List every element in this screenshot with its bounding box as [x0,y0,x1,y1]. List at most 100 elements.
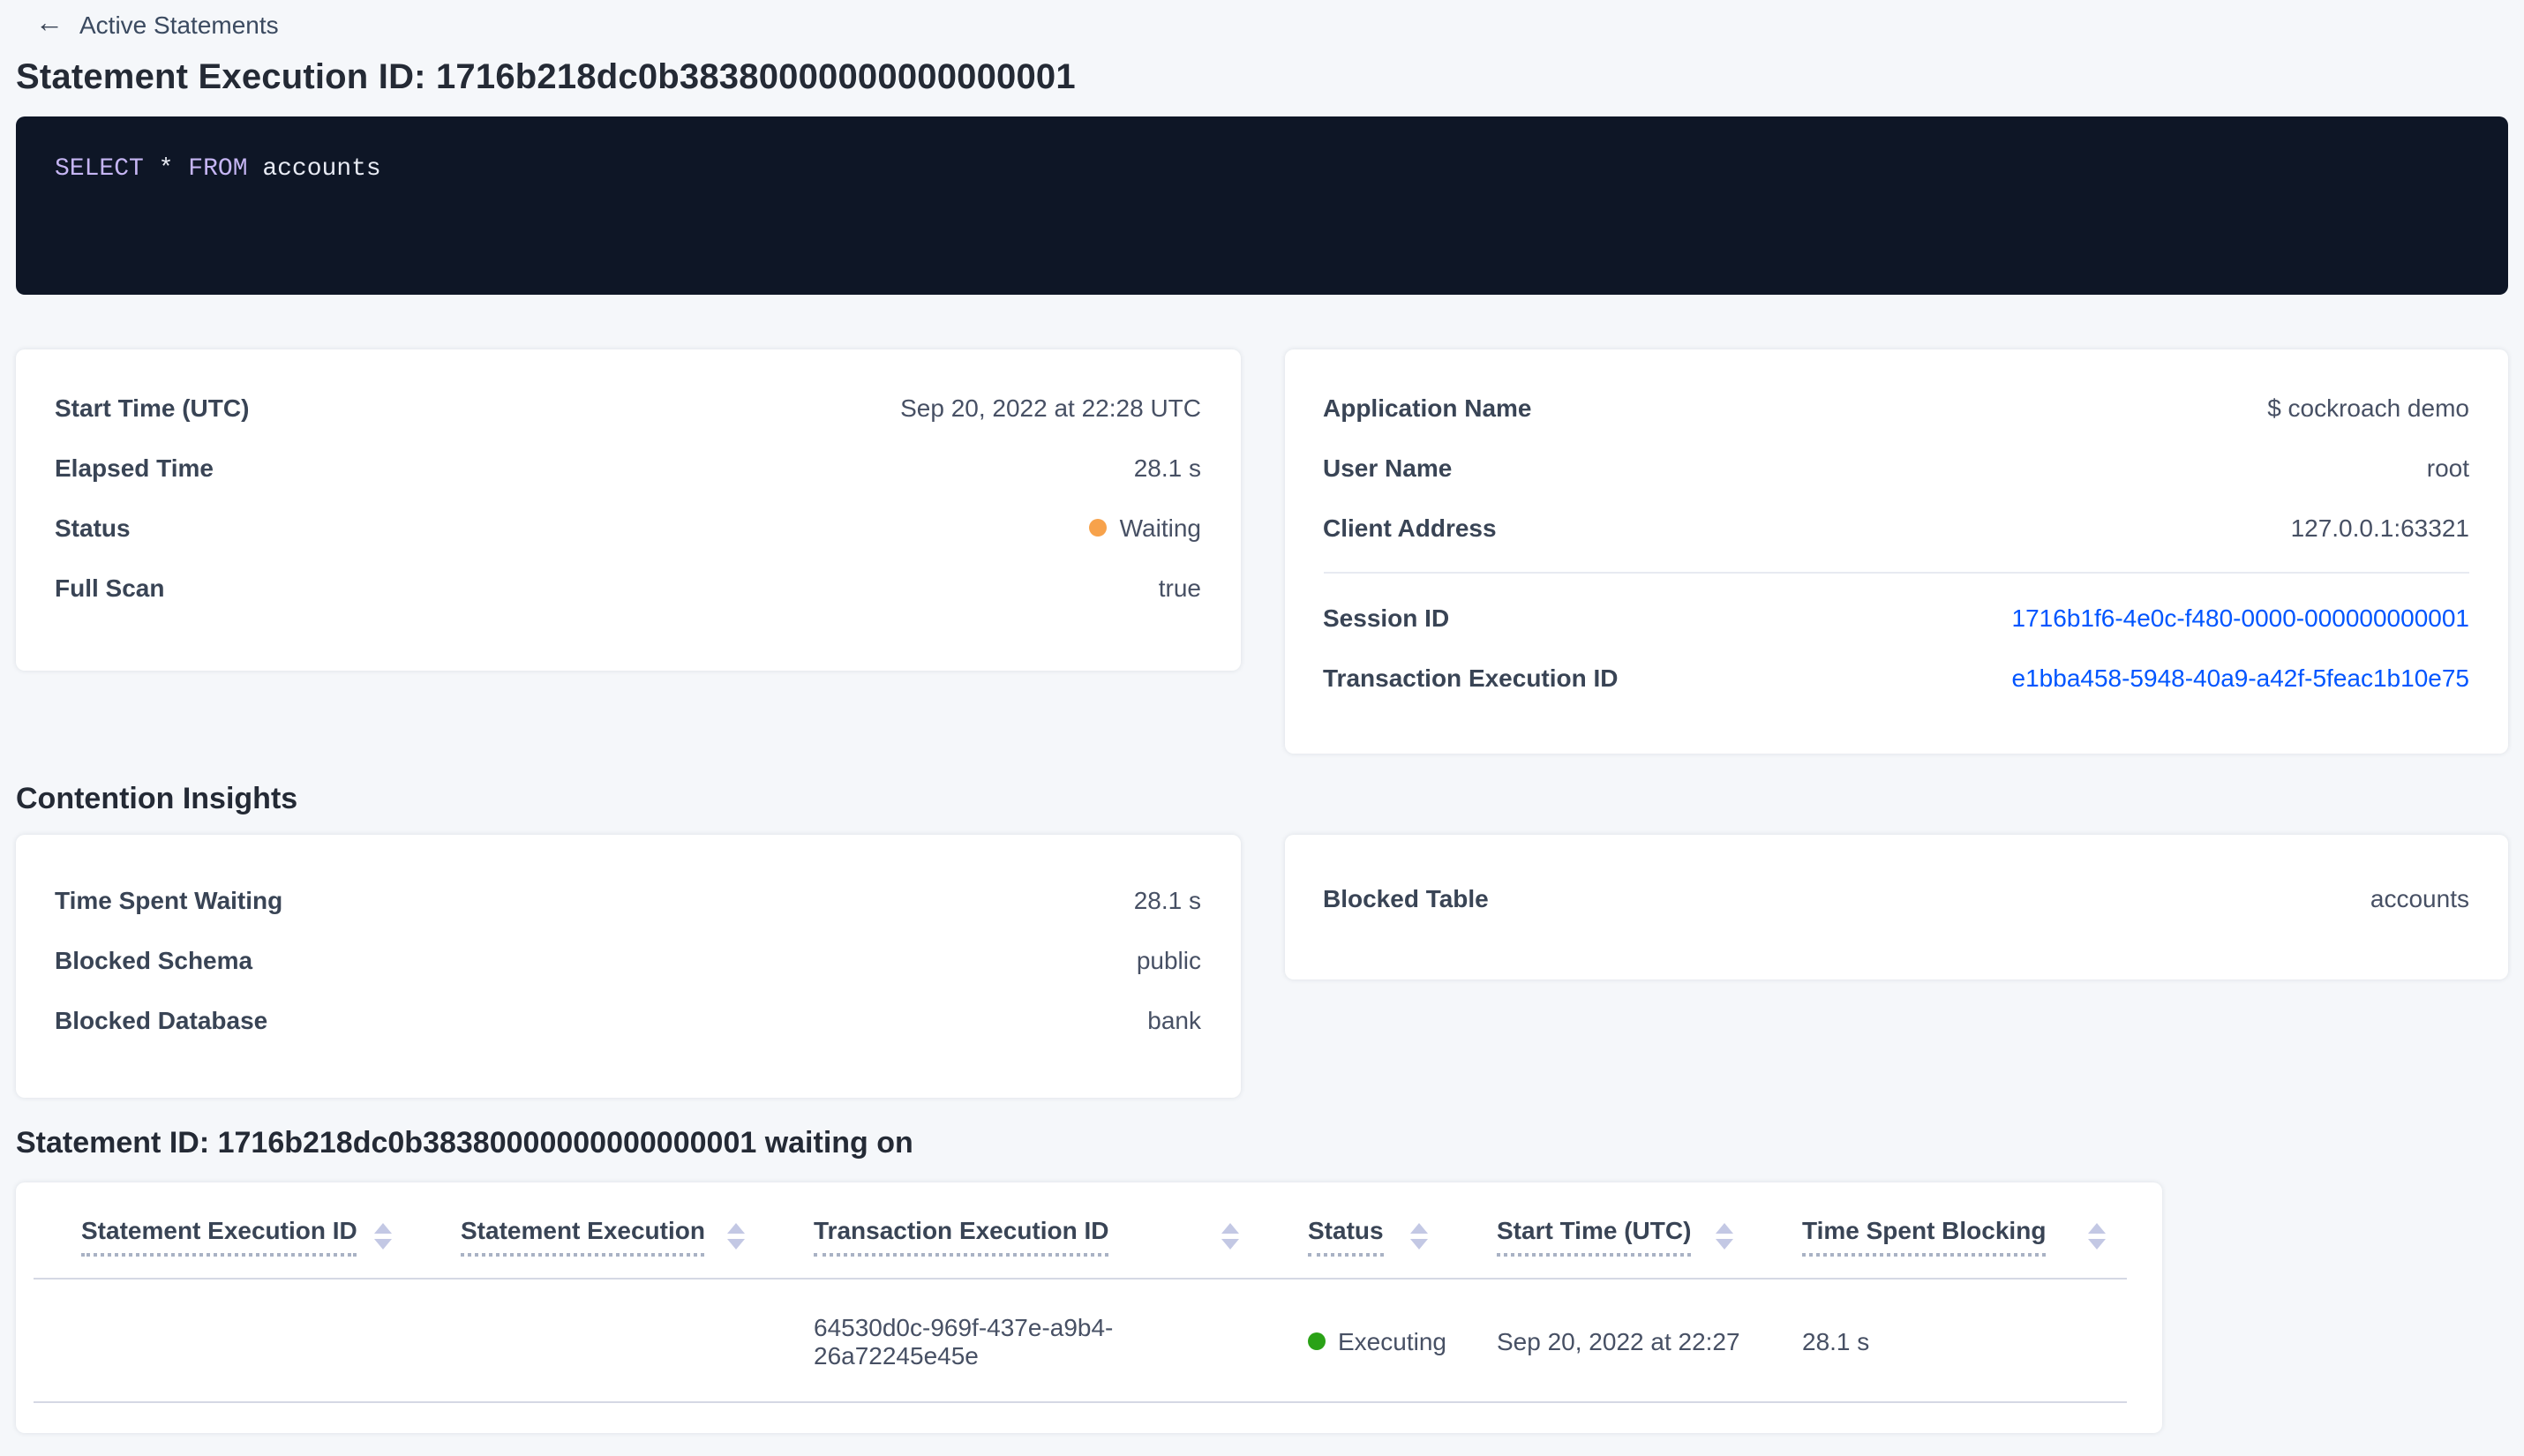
sort-control[interactable] [1221,1222,1239,1249]
sort-asc-icon [374,1222,392,1233]
time-spent-waiting-value: 28.1 s [1133,886,1201,914]
executing-status-value: Executing [1338,1326,1446,1355]
session-details-card: Application Name $ cockroach demo User N… [1284,349,2508,754]
detail-row-start-time: Start Time (UTC) Sep 20, 2022 at 22:28 U… [55,378,1201,438]
client-address-value: 127.0.0.1:63321 [2290,514,2469,542]
transaction-execution-id-label: Transaction Execution ID [1323,664,1619,692]
contention-details-card: Time Spent Waiting 28.1 s Blocked Schema… [16,835,1240,1098]
statement-execution-header-label[interactable]: Statement Execution [461,1215,705,1256]
detail-row-client-address: Client Address 127.0.0.1:63321 [1323,498,2469,558]
column-header-time-spent-blocking: Time Spent Blocking [1754,1182,2127,1278]
contention-insights-heading: Contention Insights [16,782,298,815]
table-header-row: Statement Execution ID Statement Executi… [34,1182,2127,1280]
status-badge: Waiting [1089,514,1201,542]
blocked-schema-label: Blocked Schema [55,946,253,974]
transaction-execution-id-link[interactable]: e1bba458-5948-40a9-a42f-5feac1b10e75 [2012,664,2469,692]
start-time-value: Sep 20, 2022 at 22:28 UTC [900,394,1201,422]
column-header-transaction-execution-id: Transaction Execution ID [766,1182,1260,1278]
detail-row-session-id: Session ID 1716b1f6-4e0c-f480-0000-00000… [1323,588,2469,648]
contention-row-time-spent-waiting: Time Spent Waiting 28.1 s [55,870,1201,930]
blocked-table-card: Blocked Table accounts [1284,835,2508,979]
detail-row-elapsed-time: Elapsed Time 28.1 s [55,438,1201,498]
detail-row-application-name: Application Name $ cockroach demo [1323,378,2469,438]
sort-desc-icon [2088,1238,2106,1249]
cell-start-time: Sep 20, 2022 at 22:27 [1497,1326,1740,1355]
contention-row-blocked-table: Blocked Table accounts [1323,868,2469,928]
sql-statement-box: SELECT * FROM accounts [16,116,2508,295]
cell-time-spent-blocking: 28.1 s [1802,1326,1870,1355]
user-name-label: User Name [1323,454,1453,482]
waiting-on-heading: Statement ID: 1716b218dc0b38380000000000… [16,1126,913,1160]
sort-asc-icon [727,1222,745,1233]
sort-asc-icon [2088,1222,2106,1233]
session-id-link[interactable]: 1716b1f6-4e0c-f480-0000-000000000001 [2012,604,2469,632]
blocked-database-label: Blocked Database [55,1006,268,1034]
statement-execution-id-header-label[interactable]: Statement Execution ID [81,1215,357,1256]
full-scan-label: Full Scan [55,574,165,602]
application-name-label: Application Name [1323,394,1532,422]
sort-desc-icon [727,1238,745,1249]
elapsed-time-value: 28.1 s [1133,454,1201,482]
status-value: Waiting [1119,514,1201,542]
sort-control[interactable] [2088,1222,2106,1249]
execution-details-card: Start Time (UTC) Sep 20, 2022 at 22:28 U… [16,349,1240,671]
waiting-status-dot-icon [1089,519,1108,537]
start-time-header-label[interactable]: Start Time (UTC) [1497,1215,1692,1256]
sort-asc-icon [1410,1222,1428,1233]
page-title: Statement Execution ID: 1716b218dc0b3838… [16,58,1076,97]
sort-desc-icon [374,1238,392,1249]
elapsed-time-label: Elapsed Time [55,454,214,482]
executing-status-dot-icon [1308,1332,1326,1349]
sort-asc-icon [1716,1222,1733,1233]
blocked-table-value: accounts [2370,884,2469,912]
sql-keyword-select: SELECT [55,155,144,184]
contention-cards-row: Time Spent Waiting 28.1 s Blocked Schema… [16,835,2508,1098]
session-id-label: Session ID [1323,604,1450,632]
blocked-database-value: bank [1147,1006,1201,1034]
blocked-table-label: Blocked Table [1323,884,1489,912]
user-name-value: root [2426,454,2469,482]
sort-control[interactable] [374,1222,392,1249]
detail-row-transaction-execution-id: Transaction Execution ID e1bba458-5948-4… [1323,648,2469,708]
time-spent-waiting-label: Time Spent Waiting [55,886,283,914]
breadcrumb-back-link[interactable]: ← Active Statements [35,9,2508,39]
back-arrow-icon: ← [35,9,64,39]
sql-table-name: accounts [262,155,381,184]
table-row: 64530d0c-969f-437e-a9b4-26a72245e45e Exe… [34,1280,2127,1403]
detail-row-status: Status Waiting [55,498,1201,558]
full-scan-value: true [1158,574,1201,602]
sort-asc-icon [1221,1222,1239,1233]
cell-status: Executing [1260,1326,1449,1355]
status-label: Status [55,514,131,542]
statement-execution-page: ← Active Statements Statement Execution … [0,0,2524,1433]
client-address-label: Client Address [1323,514,1497,542]
breadcrumb-label[interactable]: Active Statements [79,11,279,39]
contention-row-blocked-database: Blocked Database bank [55,990,1201,1050]
sql-keyword-from: FROM [188,155,248,184]
app-viewport: ← Active Statements Statement Execution … [0,0,2524,1456]
contention-row-blocked-schema: Blocked Schema public [55,930,1201,990]
sort-desc-icon [1716,1238,1733,1249]
column-header-statement-execution: Statement Execution [413,1182,766,1278]
detail-row-user-name: User Name root [1323,438,2469,498]
sort-control[interactable] [1716,1222,1733,1249]
column-header-statement-execution-id: Statement Execution ID [34,1182,413,1278]
column-header-status: Status [1260,1182,1449,1278]
detail-row-full-scan: Full Scan true [55,558,1201,618]
sort-desc-icon [1410,1238,1428,1249]
cell-transaction-execution-id: 64530d0c-969f-437e-a9b4-26a72245e45e [814,1312,1114,1369]
waiting-statements-table: Statement Execution ID Statement Executi… [16,1182,2162,1433]
start-time-label: Start Time (UTC) [55,394,250,422]
sort-desc-icon [1221,1238,1239,1249]
transaction-execution-id-header-label[interactable]: Transaction Execution ID [814,1215,1109,1256]
blocked-schema-value: public [1136,946,1201,974]
sql-star: * [158,155,174,184]
sort-control[interactable] [727,1222,745,1249]
status-header-label[interactable]: Status [1308,1215,1384,1256]
summary-cards-row: Start Time (UTC) Sep 20, 2022 at 22:28 U… [16,349,2508,754]
sort-control[interactable] [1410,1222,1428,1249]
column-header-start-time: Start Time (UTC) [1449,1182,1754,1278]
application-name-value: $ cockroach demo [2267,394,2469,422]
time-spent-blocking-header-label[interactable]: Time Spent Blocking [1802,1215,2047,1256]
card-divider [1323,572,2469,574]
